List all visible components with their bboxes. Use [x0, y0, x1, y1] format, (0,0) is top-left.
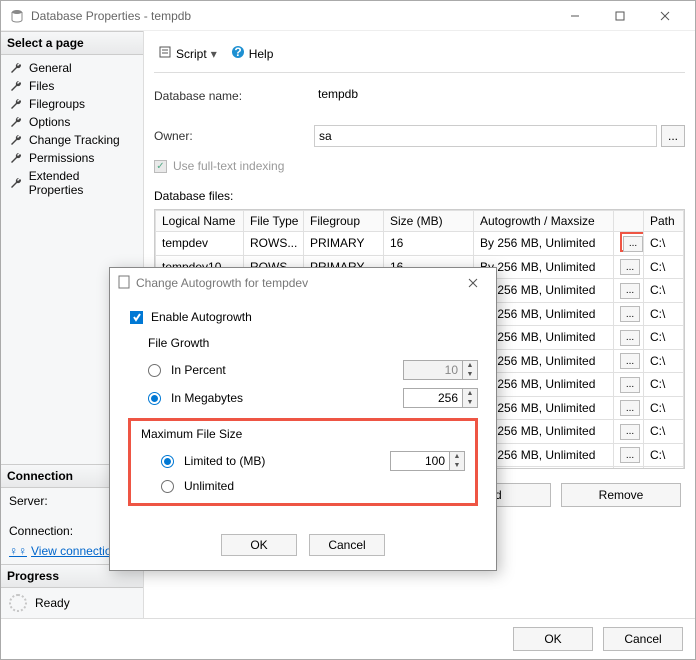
progress-spinner-icon [9, 594, 27, 612]
column-header[interactable] [614, 211, 644, 232]
growth-percent-radio[interactable]: In Percent ▲▼ [148, 356, 478, 384]
percent-spinner[interactable]: ▲▼ [403, 360, 478, 380]
max-size-header: Maximum File Size [141, 427, 465, 441]
limited-radio[interactable]: Limited to (MB) ▲▼ [161, 447, 465, 475]
column-header[interactable]: Size (MB) [384, 211, 474, 232]
autogrowth-edit-button[interactable]: ... [620, 447, 640, 463]
table-row[interactable]: tempdevROWS...PRIMARY16By 256 MB, Unlimi… [156, 232, 684, 256]
svg-text:?: ? [234, 45, 241, 59]
main-window: Database Properties - tempdb Select a pa… [0, 0, 696, 660]
column-header[interactable]: File Type [244, 211, 304, 232]
autogrowth-edit-button[interactable]: ... [620, 353, 640, 369]
database-icon [9, 8, 25, 24]
mb-spinner[interactable]: ▲▼ [403, 388, 478, 408]
script-button[interactable]: Script ▾ [154, 43, 221, 64]
file-icon [118, 275, 130, 292]
spin-up-icon[interactable]: ▲ [450, 452, 464, 461]
wrench-icon [9, 151, 23, 165]
wrench-icon [9, 61, 23, 75]
nav-item-extended-properties[interactable]: Extended Properties [5, 167, 139, 199]
close-button[interactable] [642, 2, 687, 30]
check-icon [130, 311, 143, 324]
owner-browse-button[interactable]: ... [661, 125, 685, 147]
help-button[interactable]: ? Help [227, 43, 278, 64]
growth-mb-radio[interactable]: In Megabytes ▲▼ [148, 384, 478, 412]
maximize-button[interactable] [597, 2, 642, 30]
wrench-icon [9, 97, 23, 111]
autogrowth-edit-button[interactable]: ... [620, 283, 640, 299]
nav-item-filegroups[interactable]: Filegroups [5, 95, 139, 113]
ok-button[interactable]: OK [513, 627, 593, 651]
dialog-close-button[interactable] [458, 270, 488, 296]
column-header[interactable]: Autogrowth / Maxsize [474, 211, 614, 232]
cancel-button[interactable]: Cancel [603, 627, 683, 651]
radio-icon [161, 480, 174, 493]
remove-button[interactable]: Remove [561, 483, 681, 507]
wrench-icon [9, 79, 23, 93]
dbname-label: Database name: [154, 89, 314, 103]
wrench-icon [9, 133, 23, 147]
dbname-value: tempdb [314, 85, 685, 107]
nav-item-files[interactable]: Files [5, 77, 139, 95]
max-size-group: Maximum File Size Limited to (MB) ▲▼ Unl [128, 418, 478, 506]
progress-status: Ready [35, 596, 70, 610]
column-header[interactable]: Logical Name [156, 211, 244, 232]
autogrowth-edit-button[interactable]: ... [620, 306, 640, 322]
dialog-cancel-button[interactable]: Cancel [309, 534, 385, 556]
unlimited-radio[interactable]: Unlimited [161, 475, 465, 497]
autogrowth-dialog: Change Autogrowth for tempdev Enable Aut… [109, 267, 497, 571]
radio-icon [148, 364, 161, 377]
window-title: Database Properties - tempdb [31, 9, 552, 23]
spin-down-icon[interactable]: ▼ [463, 398, 477, 407]
owner-input[interactable] [314, 125, 657, 147]
autogrowth-edit-button[interactable]: ... [620, 377, 640, 393]
script-icon [158, 45, 172, 62]
wrench-icon [9, 176, 23, 190]
autogrowth-edit-button[interactable]: ... [620, 330, 640, 346]
nav-item-general[interactable]: General [5, 59, 139, 77]
spin-up-icon[interactable]: ▲ [463, 361, 477, 370]
minimize-button[interactable] [552, 2, 597, 30]
fulltext-checkbox: ✓ Use full-text indexing [154, 159, 685, 173]
dialog-ok-button[interactable]: OK [221, 534, 297, 556]
spin-down-icon[interactable]: ▼ [463, 370, 477, 379]
radio-icon [161, 455, 174, 468]
chevron-down-icon: ▾ [211, 47, 217, 61]
spin-up-icon[interactable]: ▲ [463, 389, 477, 398]
check-icon: ✓ [154, 160, 167, 173]
autogrowth-edit-button[interactable]: ... [620, 400, 640, 416]
autogrowth-edit-button[interactable]: ... [620, 424, 640, 440]
limited-spinner[interactable]: ▲▼ [390, 451, 465, 471]
toolbar: Script ▾ ? Help [154, 39, 685, 73]
owner-label: Owner: [154, 129, 314, 143]
help-icon: ? [231, 45, 245, 62]
select-page-header: Select a page [1, 31, 143, 55]
file-growth-header: File Growth [148, 336, 478, 350]
spin-down-icon[interactable]: ▼ [450, 461, 464, 470]
radio-icon [148, 392, 161, 405]
dialog-title: Change Autogrowth for tempdev [136, 276, 308, 290]
dialog-footer: OK Cancel [1, 618, 695, 659]
enable-autogrowth-checkbox[interactable]: Enable Autogrowth [130, 310, 478, 324]
nav-item-permissions[interactable]: Permissions [5, 149, 139, 167]
wrench-icon [9, 115, 23, 129]
nav-item-options[interactable]: Options [5, 113, 139, 131]
autogrowth-edit-button[interactable]: ... [620, 259, 640, 275]
dbfiles-label: Database files: [154, 189, 685, 203]
connection-icon: ♀♀ [9, 544, 27, 558]
column-header[interactable]: Filegroup [304, 211, 384, 232]
titlebar: Database Properties - tempdb [1, 1, 695, 31]
nav-item-change-tracking[interactable]: Change Tracking [5, 131, 139, 149]
autogrowth-edit-button[interactable]: ... [623, 236, 643, 252]
column-header[interactable]: Path [644, 211, 684, 232]
